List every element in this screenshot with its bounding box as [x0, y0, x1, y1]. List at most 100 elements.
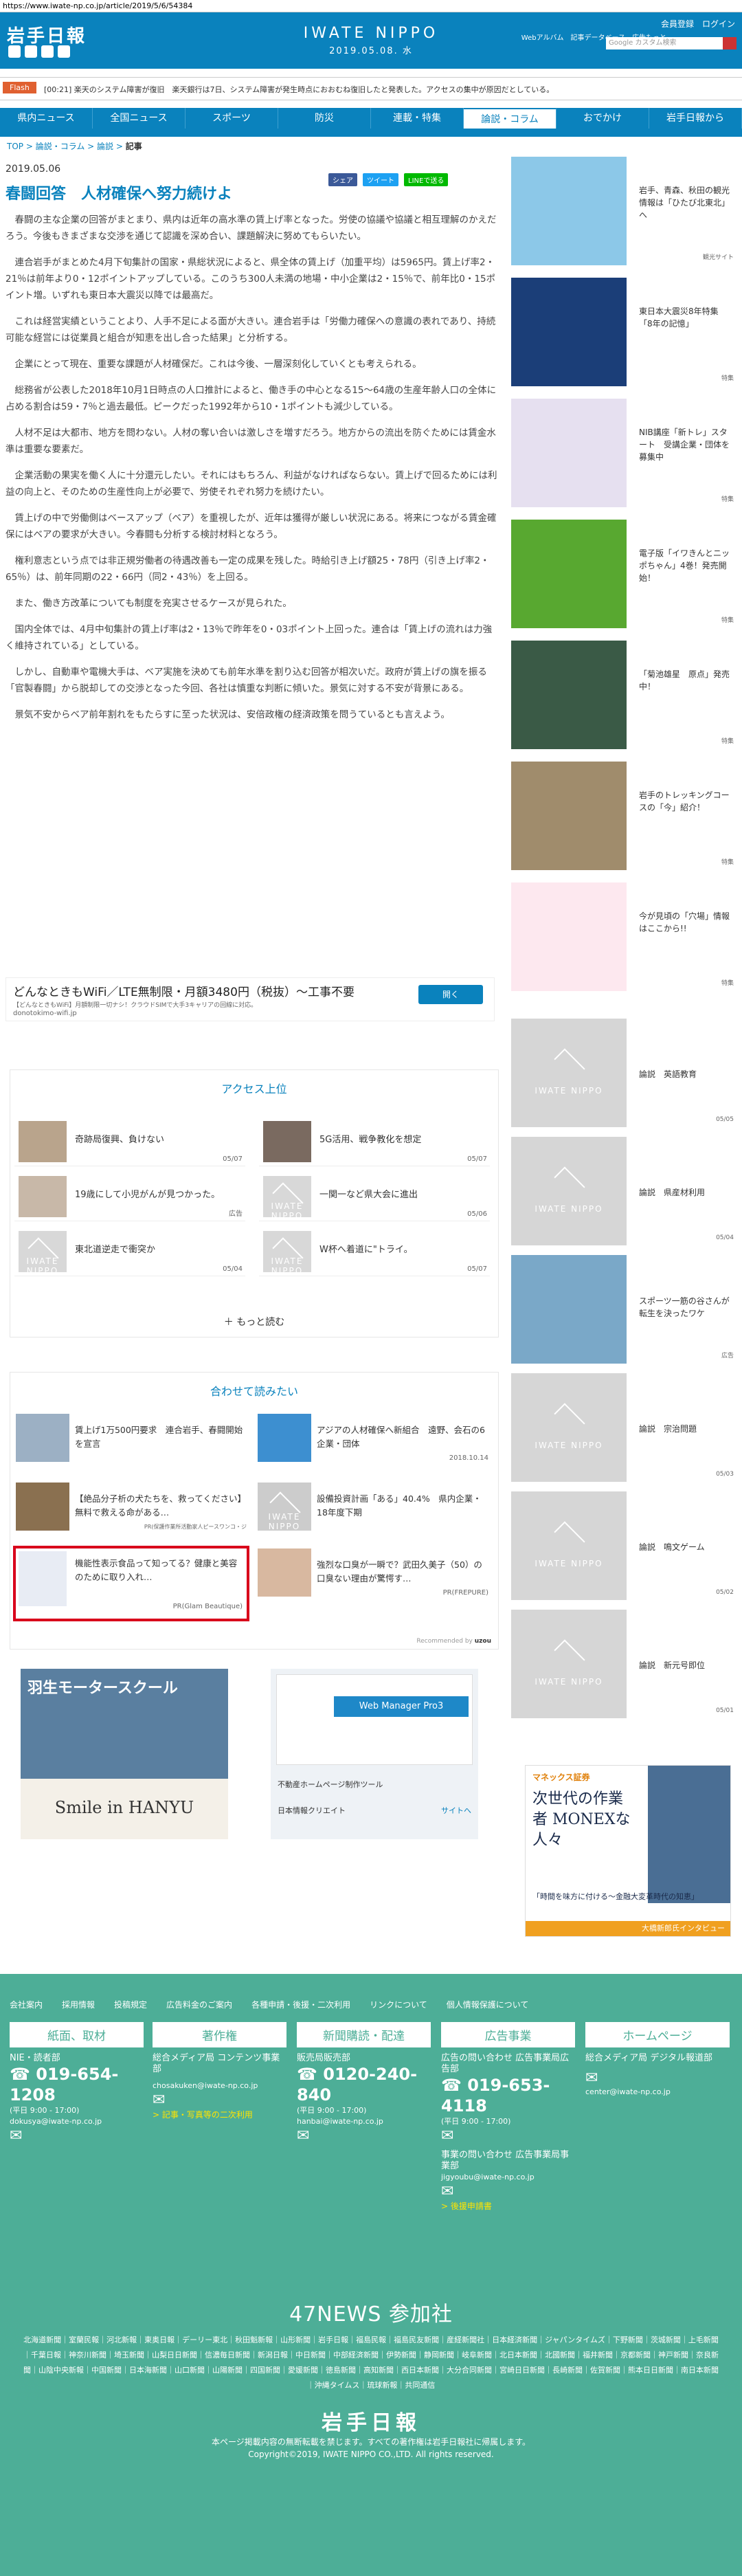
- footer-email[interactable]: center@iwate-np.co.jp: [585, 2087, 730, 2098]
- ranking-item[interactable]: 一関一など県大会に進出 05/06: [259, 1173, 490, 1221]
- sidebar-title[interactable]: 論説 県産材利用: [639, 1186, 735, 1199]
- footer-link[interactable]: 会社案内: [10, 1999, 43, 2010]
- sidebar-item[interactable]: 論説 英語教育 05/05: [511, 1019, 737, 1127]
- sidebar-title[interactable]: スポーツ一筋の谷さんが転生を決ったワケ: [639, 1295, 735, 1320]
- related-title[interactable]: アジアの人材確保へ新組合 遠野、会石の6企業・団体: [317, 1423, 488, 1451]
- sidebar-item[interactable]: 岩手のトレッキングコースの「今」紹介！ 特集: [511, 762, 737, 870]
- sidebar-title[interactable]: 論説 英語教育: [639, 1068, 735, 1080]
- nav-item[interactable]: 全国ニュース: [93, 108, 186, 129]
- footer-email[interactable]: chosakuken@iwate-np.co.jp: [153, 2080, 286, 2091]
- related-item[interactable]: 設備投資計画「ある」40.4% 県内企業・18年度下期: [258, 1483, 491, 1537]
- ad-headline[interactable]: どんなときもWiFi／LTE無制限・月額3480円（税抜）〜工事不要: [13, 982, 355, 999]
- sidebar-item[interactable]: 今が見頃の「穴場」情報はここから!! 特集: [511, 882, 737, 991]
- sidebar-title[interactable]: 論説 新元号即位: [639, 1659, 735, 1672]
- sidebar-item[interactable]: NIB講座「新トレ」スタート 受講企業・団体を募集中 特集: [511, 399, 737, 507]
- search-input[interactable]: Google カスタム検索: [606, 37, 737, 49]
- breadcrumb-section[interactable]: 論説・コラム: [36, 142, 85, 151]
- footer-link[interactable]: リンクについて: [370, 1999, 427, 2010]
- sidebar-item[interactable]: 論説 鳴文ゲーム 05/02: [511, 1491, 737, 1600]
- mail-icon[interactable]: ✉: [441, 2183, 575, 2200]
- phone-number[interactable]: ☎ 019-654-1208: [10, 2064, 144, 2105]
- ranking-item[interactable]: 東北道逆走で衝突か 05/04: [14, 1228, 245, 1276]
- nav-item[interactable]: 岩手日報から: [649, 108, 742, 129]
- twitter-icon[interactable]: [25, 45, 37, 58]
- ranking-item[interactable]: 19歳にして小児がんが見つかった。 広告: [14, 1173, 245, 1221]
- ad-open-button[interactable]: 開く: [418, 985, 483, 1004]
- related-title[interactable]: 【絶品分子析の犬たちを、救ってください】無料で救える命がある…: [75, 1492, 247, 1520]
- nav-item[interactable]: 県内ニュース: [0, 108, 93, 129]
- footer-extra-link[interactable]: > 記事・写真等の二次利用: [153, 2109, 286, 2121]
- sidebar-title[interactable]: 岩手、青森、秋田の観光情報は「ひたび北東北」へ: [639, 184, 735, 221]
- footer-email[interactable]: jigyoubu@iwate-np.co.jp: [441, 2172, 575, 2183]
- web-manager-ad[interactable]: Web Manager Pro3 不動産ホームページ制作ツール 日本情報クリエイ…: [271, 1669, 478, 1839]
- sidebar-item[interactable]: 論説 県産材利用 05/04: [511, 1137, 737, 1245]
- sidebar-title[interactable]: 東日本大震災8年特集 「8年の記憶」: [639, 305, 735, 330]
- footer-link[interactable]: 各種申請・後援・二次利用: [251, 1999, 350, 2010]
- sidebar-title[interactable]: NIB講座「新トレ」スタート 受講企業・団体を募集中: [639, 426, 735, 463]
- footer-email[interactable]: hanbai@iwate-np.co.jp: [297, 2116, 431, 2127]
- sidebar-item[interactable]: 論説 新元号即位 05/01: [511, 1610, 737, 1718]
- monex-ad[interactable]: マネックス証券 次世代の作業者 MONEXな人々 「時間を味方に付ける〜金融大変…: [525, 1765, 731, 1937]
- more-label[interactable]: もっと読む: [236, 1317, 284, 1328]
- footer-extra-link[interactable]: > 後援申請書: [441, 2200, 575, 2212]
- footer-logo[interactable]: 岩手日報: [0, 2406, 742, 2436]
- footer-link[interactable]: 採用情報: [62, 1999, 95, 2010]
- mail-icon[interactable]: ✉: [153, 2091, 286, 2109]
- ranking-item[interactable]: 5G活用、戦争教化を想定 05/07: [259, 1118, 490, 1166]
- highlighted-related-item[interactable]: 機能性表示食品って知ってる？健康と美容のために取り入れ… PR(Glam Bea…: [13, 1546, 249, 1621]
- ranking-title[interactable]: 奇跡局復興、負けない: [75, 1132, 164, 1145]
- breadcrumb-top[interactable]: TOP: [7, 142, 23, 151]
- sidebar-title[interactable]: 岩手のトレッキングコースの「今」紹介！: [639, 789, 735, 814]
- ranking-item[interactable]: W杯へ着道に"トライ。 05/07: [259, 1228, 490, 1276]
- footer-link[interactable]: 投稿規定: [114, 1999, 147, 2010]
- text-ad[interactable]: どんなときもWiFi／LTE無制限・月額3480円（税抜）〜工事不要 【どんなと…: [5, 977, 495, 1021]
- sidebar-title[interactable]: 電子版「イワきんとニッポちゃん」4巻！発売開始！: [639, 547, 735, 584]
- nav-item[interactable]: おでかけ: [556, 108, 649, 129]
- ranking-item[interactable]: 奇跡局復興、負けない 05/07: [14, 1118, 245, 1166]
- mail-icon[interactable]: ✉: [10, 2127, 144, 2144]
- ranking-title[interactable]: W杯へ着道に"トライ。: [319, 1242, 413, 1255]
- sidebar-item[interactable]: 電子版「イワきんとニッポちゃん」4巻！発売開始！ 特集: [511, 520, 737, 628]
- footer-link[interactable]: 個人情報保護について: [447, 1999, 529, 2010]
- web-manager-link[interactable]: サイトへ: [441, 1805, 471, 1816]
- nav-item[interactable]: スポーツ: [186, 108, 278, 129]
- mail-icon[interactable]: ✉: [585, 2069, 730, 2087]
- line-share-button[interactable]: LINEで送る: [404, 173, 449, 186]
- related-title[interactable]: 機能性表示食品って知ってる？健康と美容のために取り入れ…: [75, 1557, 244, 1584]
- nav-item-active[interactable]: 論説・コラム: [464, 108, 556, 129]
- related-title[interactable]: 強烈な口臭が一瞬で？武田久美子（50）の口臭ない理由が驚愕す…: [317, 1558, 488, 1586]
- ranking-title[interactable]: 5G活用、戦争教化を想定: [319, 1132, 421, 1145]
- phone-number[interactable]: ☎ 019-653-4118: [441, 2075, 575, 2116]
- related-item[interactable]: 【絶品分子析の犬たちを、救ってください】無料で救える命がある… PR(保護作業所…: [16, 1483, 249, 1537]
- account-links[interactable]: 会員登録 ログイン: [661, 18, 735, 30]
- footer-email[interactable]: dokusya@iwate-np.co.jp: [10, 2116, 144, 2127]
- sidebar-item[interactable]: スポーツ一筋の谷さんが転生を決ったワケ 広告: [511, 1255, 737, 1364]
- related-item[interactable]: 賃上げ1万500円要求 連合岩手、春闘開始を宣言: [16, 1414, 249, 1469]
- footer-link[interactable]: 広告料金のご案内: [166, 1999, 232, 2010]
- sidebar-title[interactable]: 「菊池雄星 原点」発売中！: [639, 668, 735, 693]
- ranking-title[interactable]: 19歳にして小児がんが見つかった。: [75, 1187, 220, 1200]
- sidebar-title[interactable]: 今が見頃の「穴場」情報はここから!!: [639, 910, 735, 935]
- facebook-share-button[interactable]: シェア: [328, 173, 357, 186]
- address-bar[interactable]: https://www.iwate-np.co.jp/article/2019/…: [0, 0, 742, 12]
- sidebar-title[interactable]: 論説 宗治問題: [639, 1423, 735, 1435]
- sidebar-title[interactable]: 論説 鳴文ゲーム: [639, 1541, 735, 1553]
- related-item[interactable]: アジアの人材確保へ新組合 遠野、会石の6企業・団体 2018.10.14: [258, 1414, 491, 1469]
- flash-text[interactable]: [00:21] 楽天のシステム障害が復旧 楽天銀行は7日、システム障害が発生時点…: [44, 84, 554, 95]
- youtube-icon[interactable]: [58, 45, 70, 58]
- driving-school-ad[interactable]: 羽生モータースクール Smile in HANYU: [21, 1669, 228, 1839]
- facebook-icon[interactable]: [8, 45, 21, 58]
- site-logo[interactable]: 岩手日報: [7, 22, 87, 47]
- related-item[interactable]: 強烈な口臭が一瞬で？武田久美子（50）の口臭ない理由が驚愕す… PR(FREPU…: [258, 1548, 491, 1603]
- tweet-button[interactable]: ツイート: [363, 173, 398, 186]
- phone-number[interactable]: ☎ 0120-240-840: [297, 2064, 431, 2105]
- sidebar-item[interactable]: 論説 宗治問題 05/03: [511, 1373, 737, 1482]
- nav-item[interactable]: 連載・特集: [371, 108, 464, 129]
- nav-item[interactable]: 防災: [278, 108, 371, 129]
- sidebar-item[interactable]: 「菊池雄星 原点」発売中！ 特集: [511, 641, 737, 749]
- mail-icon[interactable]: ✉: [297, 2127, 431, 2144]
- related-title[interactable]: 設備投資計画「ある」40.4% 県内企業・18年度下期: [317, 1492, 488, 1520]
- breadcrumb-sub[interactable]: 論説: [97, 142, 113, 151]
- sidebar-item[interactable]: 岩手、青森、秋田の観光情報は「ひたび北東北」へ 観光サイト: [511, 157, 737, 265]
- more-button[interactable]: ＋ もっと読む: [10, 1315, 498, 1329]
